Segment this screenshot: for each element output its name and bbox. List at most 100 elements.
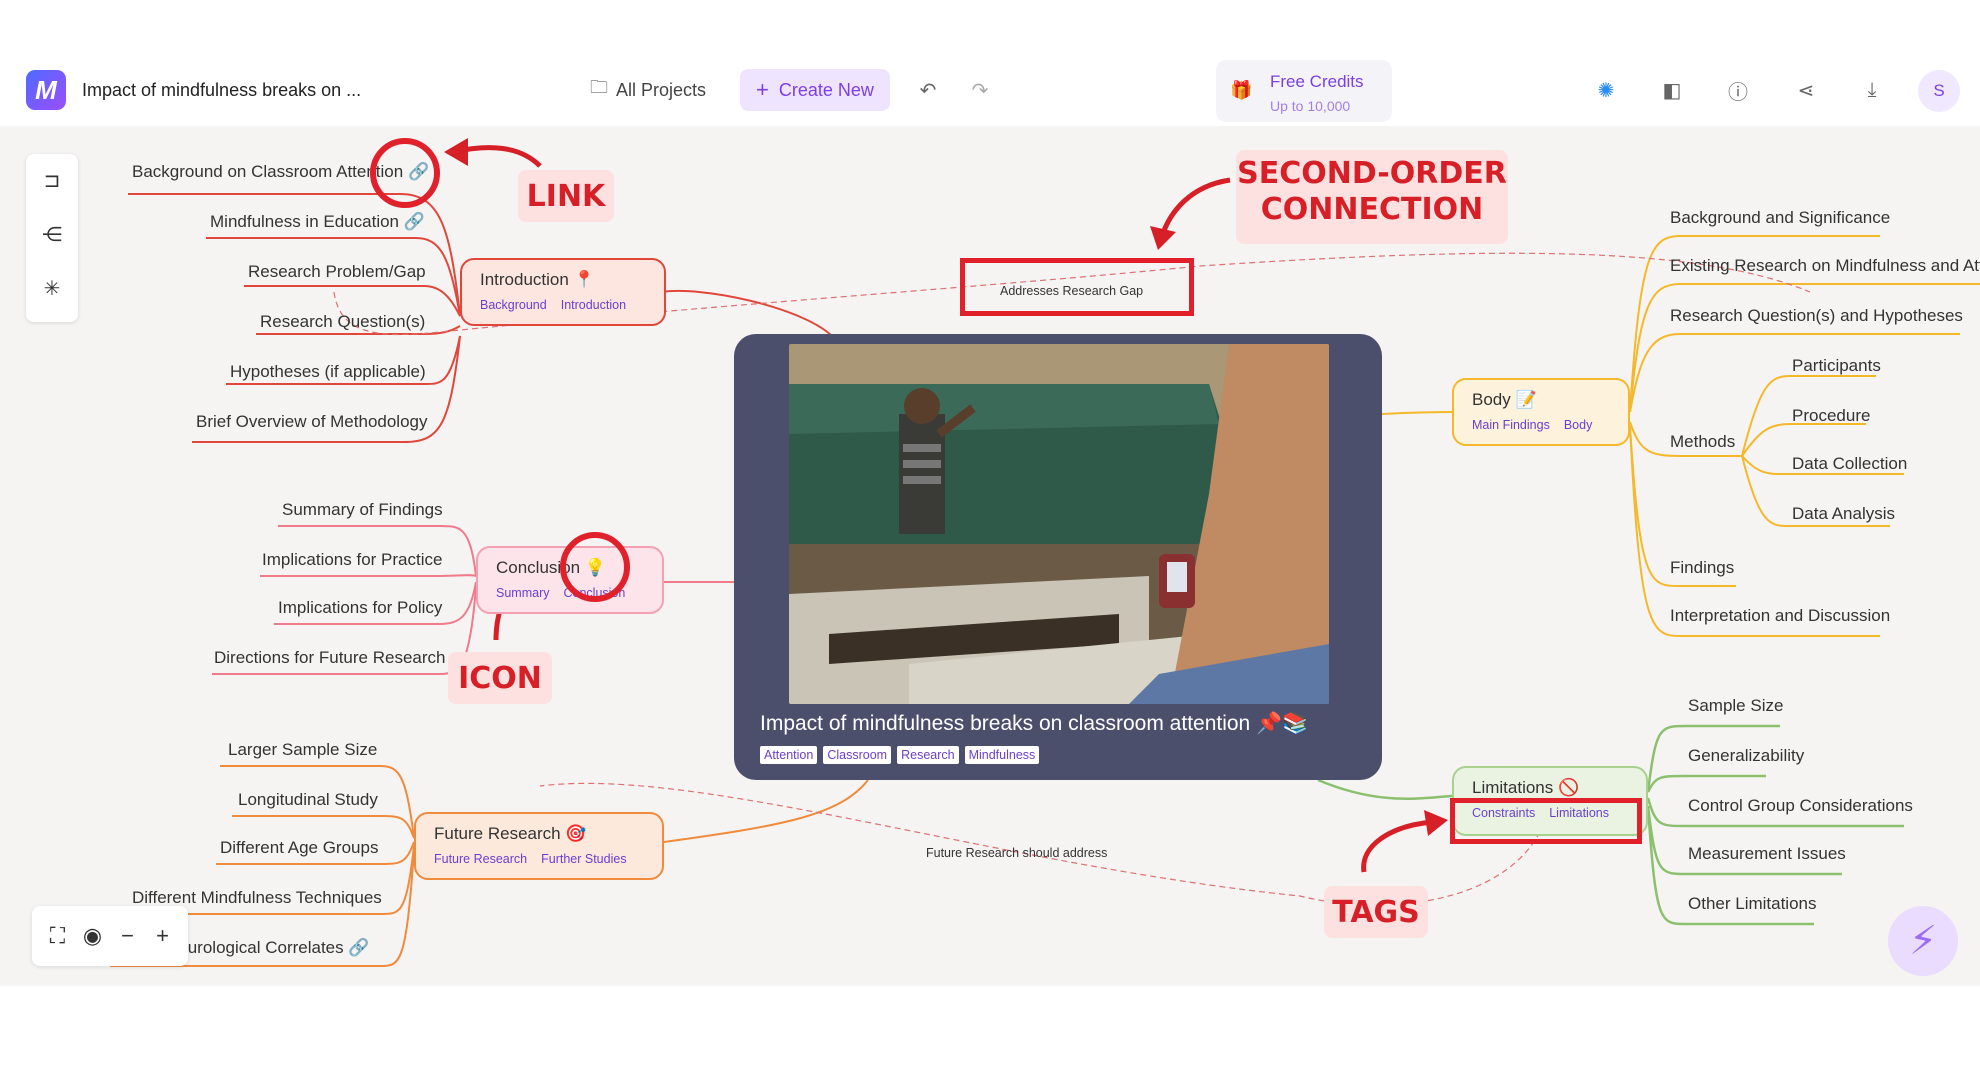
layout-icon[interactable]: ◧ (1658, 76, 1686, 104)
leaf-data-analysis[interactable]: Data Analysis (1792, 504, 1895, 524)
leaf-research-gap[interactable]: Research Problem/Gap (248, 262, 426, 282)
node-introduction[interactable]: Introduction 📍 Background Introduction (460, 258, 666, 326)
annotation-second-order-label: SECOND-ORDER CONNECTION (1236, 150, 1508, 244)
annotation-second-order-box (960, 258, 1194, 316)
tag[interactable]: Mindfulness (964, 746, 1040, 764)
leaf-neurological-correlates[interactable]: Neurological Correlates 🔗 (166, 938, 370, 958)
locate-icon[interactable]: ◉ (79, 923, 107, 949)
all-projects-button[interactable]: 🗀 All Projects (590, 70, 706, 110)
create-new-button[interactable]: + Create New (740, 69, 890, 111)
central-title: Impact of mindfulness breaks on classroo… (760, 712, 1309, 735)
ai-assist-bolt-icon[interactable]: ⚡ (1888, 906, 1958, 976)
pin-books-emoji: 📌📚 (1256, 712, 1309, 735)
leaf-measurement-issues[interactable]: Measurement Issues (1688, 844, 1846, 864)
leaf-implications-policy[interactable]: Implications for Policy (278, 598, 442, 618)
credits-title: Free Credits (1270, 72, 1364, 91)
leaf-control-group[interactable]: Control Group Considerations (1688, 796, 1913, 816)
tag[interactable]: Background (480, 298, 547, 312)
user-avatar[interactable]: S (1918, 70, 1960, 112)
create-new-label: Create New (778, 79, 874, 100)
annotation-tags-box (1450, 798, 1642, 844)
document-title[interactable]: Impact of mindfulness breaks on ... (82, 80, 361, 101)
gift-icon: 🎁 (1230, 80, 1253, 100)
node-future-research[interactable]: Future Research 🎯 Future Research Furthe… (414, 812, 664, 880)
layout-network-icon[interactable]: ✳ (38, 274, 66, 302)
classroom-photo (789, 344, 1329, 704)
leaf-longitudinal[interactable]: Longitudinal Study (238, 790, 378, 810)
add-sibling-icon[interactable]: ⋲ (38, 220, 66, 248)
central-tags: Attention Classroom Research Mindfulness (760, 746, 1040, 764)
tag[interactable]: Attention (760, 746, 818, 764)
tag[interactable]: Classroom (823, 746, 892, 764)
free-credits-button[interactable]: 🎁 Free Credits Up to 10,000 (1216, 60, 1392, 122)
annotation-icon-label: ICON (448, 652, 552, 704)
leaf-larger-sample[interactable]: Larger Sample Size (228, 740, 377, 760)
leaf-research-questions[interactable]: Research Question(s) (260, 312, 425, 332)
node-future-research-tags: Future Research Further Studies (434, 852, 644, 866)
leaf-existing-research[interactable]: Existing Research on Mindfulness and Att… (1670, 256, 1980, 276)
zoom-controls: ⛶ ◉ − + (32, 906, 188, 966)
tag[interactable]: Summary (496, 586, 549, 600)
leaf-label: Mindfulness in Education (210, 212, 400, 231)
node-introduction-label: Introduction 📍 (480, 270, 595, 289)
app-logo[interactable]: M (26, 70, 66, 110)
tag[interactable]: Main Findings (1472, 418, 1550, 432)
leaf-age-groups[interactable]: Different Age Groups (220, 838, 378, 858)
pin-icon: 📍 (573, 270, 595, 289)
annotation-icon-circle (560, 532, 630, 602)
target-icon: 🎯 (565, 824, 587, 843)
tag[interactable]: Introduction (561, 298, 626, 312)
annotation-link-circle (370, 138, 440, 208)
leaf-findings[interactable]: Findings (1670, 558, 1734, 578)
leaf-procedure[interactable]: Procedure (1792, 406, 1870, 426)
leaf-generalizability[interactable]: Generalizability (1688, 746, 1804, 766)
leaf-background-significance[interactable]: Background and Significance (1670, 208, 1890, 228)
leaf-methods[interactable]: Methods (1670, 432, 1735, 452)
node-introduction-tags: Background Introduction (480, 298, 646, 312)
all-projects-label: All Projects (616, 79, 707, 100)
credits-subtitle: Up to 10,000 (1270, 98, 1351, 114)
leaf-data-collection[interactable]: Data Collection (1792, 454, 1907, 474)
leaf-participants[interactable]: Participants (1792, 356, 1881, 376)
leaf-summary-findings[interactable]: Summary of Findings (282, 500, 443, 520)
node-body-tags: Main Findings Body (1472, 418, 1610, 432)
undo-icon[interactable]: ↶ (914, 76, 942, 104)
tag[interactable]: Body (1564, 418, 1593, 432)
leaf-interpretation-discussion[interactable]: Interpretation and Discussion (1670, 606, 1890, 626)
help-icon[interactable]: ⓘ (1724, 76, 1752, 104)
folder-icon: 🗀 (590, 77, 608, 97)
leaf-implications-practice[interactable]: Implications for Practice (262, 550, 442, 570)
tag[interactable]: Further Studies (541, 852, 626, 866)
app-header: M Impact of mindfulness breaks on ... 🗀 … (0, 56, 1980, 126)
leaf-future-directions[interactable]: Directions for Future Research (214, 648, 445, 668)
connection-label-future[interactable]: Future Research should address (926, 846, 1107, 860)
link-icon[interactable]: 🔗 (404, 212, 425, 231)
add-child-icon[interactable]: ⊐ (38, 166, 66, 194)
mindmap-canvas[interactable]: ⊐ ⋲ ✳ Background on Classroom Attention … (0, 126, 1980, 986)
leaf-other-limitations[interactable]: Other Limitations (1688, 894, 1817, 914)
share-icon[interactable]: ⋖ (1792, 76, 1820, 104)
download-icon[interactable]: ⤓ (1858, 76, 1886, 104)
fit-screen-icon[interactable]: ⛶ (44, 923, 72, 949)
leaf-label: Neurological Correlates (166, 938, 344, 957)
node-future-research-label: Future Research 🎯 (434, 824, 587, 843)
tag[interactable]: Research (897, 746, 959, 764)
redo-icon[interactable]: ↷ (966, 76, 994, 104)
zoom-out-icon[interactable]: − (114, 923, 142, 949)
central-topic-node[interactable]: Impact of mindfulness breaks on classroo… (734, 334, 1382, 780)
memo-icon: 📝 (1515, 390, 1537, 409)
leaf-hypotheses[interactable]: Hypotheses (if applicable) (230, 362, 426, 382)
leaf-research-questions-hypotheses[interactable]: Research Question(s) and Hypotheses (1670, 306, 1963, 326)
leaf-mindfulness-techniques[interactable]: Different Mindfulness Techniques (132, 888, 382, 908)
canvas-toolbar: ⊐ ⋲ ✳ (26, 154, 78, 322)
zoom-in-icon[interactable]: + (149, 923, 177, 949)
theme-sun-icon[interactable]: ✺ (1592, 76, 1620, 104)
leaf-methodology-overview[interactable]: Brief Overview of Methodology (196, 412, 428, 432)
leaf-mindfulness-education[interactable]: Mindfulness in Education 🔗 (210, 212, 425, 232)
link-icon[interactable]: 🔗 (348, 938, 369, 957)
leaf-sample-size[interactable]: Sample Size (1688, 696, 1783, 716)
plus-icon: + (756, 77, 769, 102)
tag[interactable]: Future Research (434, 852, 527, 866)
node-body[interactable]: Body 📝 Main Findings Body (1452, 378, 1630, 446)
node-limitations-label: Limitations 🚫 (1472, 778, 1580, 797)
